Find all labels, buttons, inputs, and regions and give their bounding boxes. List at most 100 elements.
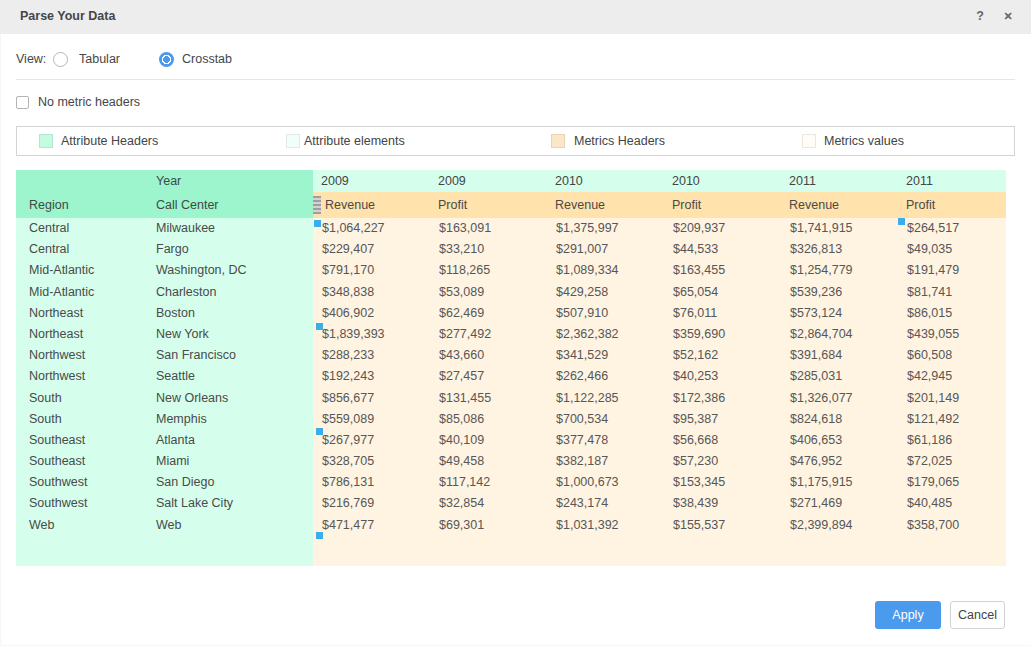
metric-value-cell: $85,086 xyxy=(430,409,547,430)
metric-value-cell: $271,469 xyxy=(781,493,898,514)
metric-value-cell: $57,230 xyxy=(664,451,781,472)
legend-label: Metrics Headers xyxy=(574,127,665,155)
metric-value-cell: $172,386 xyxy=(664,388,781,409)
metric-value-cell: $49,458 xyxy=(430,451,547,472)
call-center-cell: Atlanta xyxy=(143,430,313,451)
parse-marker[interactable] xyxy=(898,218,905,225)
region-attribute-header[interactable]: Region xyxy=(16,192,143,218)
call-center-cell: Milwaukee xyxy=(143,218,313,239)
metric-value-cell: $439,055 xyxy=(898,324,1006,345)
no-metric-headers-checkbox[interactable] xyxy=(16,96,29,109)
metric-value-cell: $216,769 xyxy=(313,493,430,514)
call-center-cell: Miami xyxy=(143,451,313,472)
legend-swatch xyxy=(286,134,300,148)
metric-value-cell: $559,089 xyxy=(313,409,430,430)
radio-tabular[interactable] xyxy=(53,52,68,67)
metric-value-cell: $192,243 xyxy=(313,366,430,387)
metric-header-cell[interactable]: Revenue xyxy=(781,192,898,218)
metric-header-label: Profit xyxy=(672,198,701,212)
radio-crosstab[interactable] xyxy=(159,52,174,67)
column-drag-grip-icon[interactable] xyxy=(313,196,321,214)
metric-value-cell: $2,362,382 xyxy=(547,324,664,345)
cancel-button[interactable]: Cancel xyxy=(950,601,1005,629)
metric-header-label: Revenue xyxy=(325,198,375,212)
region-cell: South xyxy=(16,388,143,409)
metric-value-cell: $81,741 xyxy=(898,282,1006,303)
table-filler-row xyxy=(16,536,1006,566)
parse-marker[interactable] xyxy=(316,428,323,435)
radio-tabular-label[interactable]: Tabular xyxy=(79,48,120,71)
section-divider xyxy=(16,79,1015,80)
metric-header-label: Revenue xyxy=(789,198,839,212)
metric-header-cell[interactable]: Profit xyxy=(664,192,781,218)
legend-label: Attribute elements xyxy=(304,127,405,155)
metric-header-cell[interactable]: Profit xyxy=(898,192,1006,218)
radio-crosstab-label[interactable]: Crosstab xyxy=(182,48,232,71)
metric-value-cell: $201,149 xyxy=(898,388,1006,409)
table-row: Mid-AtlanticCharleston$348,838$53,089$42… xyxy=(16,282,1006,303)
metric-value-cell: $476,952 xyxy=(781,451,898,472)
table-row: SoutheastAtlanta$267,977$40,109$377,478$… xyxy=(16,430,1006,451)
table-row: WebWeb$471,477$69,301$1,031,392$155,537$… xyxy=(16,515,1006,536)
no-metric-headers-row: No metric headers xyxy=(0,95,1031,110)
close-icon[interactable]: ✕ xyxy=(1000,0,1016,32)
region-cell: South xyxy=(16,409,143,430)
call-center-cell: New York xyxy=(143,324,313,345)
year-header-cell[interactable]: 2009 xyxy=(430,170,547,192)
metric-value-cell: $40,253 xyxy=(664,366,781,387)
corner-empty-cell[interactable] xyxy=(16,170,143,192)
parse-marker[interactable] xyxy=(316,323,323,330)
region-cell: Mid-Atlantic xyxy=(16,260,143,281)
metric-value-cell: $328,705 xyxy=(313,451,430,472)
metric-value-cell: $1,175,915 xyxy=(781,472,898,493)
metric-value-cell: $786,131 xyxy=(313,472,430,493)
metric-value-cell: $33,210 xyxy=(430,239,547,260)
dialog-title: Parse Your Data xyxy=(20,0,115,32)
metric-value-cell: $27,457 xyxy=(430,366,547,387)
metric-header-cell[interactable]: Revenue xyxy=(547,192,664,218)
metric-value-cell: $539,236 xyxy=(781,282,898,303)
metric-header-cell[interactable]: Profit xyxy=(430,192,547,218)
year-header-cell[interactable]: 2011 xyxy=(898,170,1006,192)
no-metric-headers-label[interactable]: No metric headers xyxy=(38,95,140,110)
region-cell: Southwest xyxy=(16,472,143,493)
metric-value-cell: $507,910 xyxy=(547,303,664,324)
help-icon[interactable]: ? xyxy=(972,0,988,32)
table-row: SouthNew Orleans$856,677$131,455$1,122,2… xyxy=(16,388,1006,409)
region-cell: Web xyxy=(16,515,143,536)
year-attribute-header[interactable]: Year xyxy=(143,170,313,192)
metric-value-cell: $1,064,227 xyxy=(313,218,430,239)
table-row: SouthwestSan Diego$786,131$117,142$1,000… xyxy=(16,472,1006,493)
call-center-attribute-header[interactable]: Call Center xyxy=(143,192,313,218)
parse-marker[interactable] xyxy=(314,220,321,227)
apply-button[interactable]: Apply xyxy=(875,601,941,629)
call-center-cell: Charleston xyxy=(143,282,313,303)
metric-value-cell: $285,031 xyxy=(781,366,898,387)
metric-value-cell: $52,162 xyxy=(664,345,781,366)
year-header-cell[interactable]: 2010 xyxy=(547,170,664,192)
table-row: NorthwestSeattle$192,243$27,457$262,466$… xyxy=(16,366,1006,387)
dialog-titlebar: Parse Your Data ? ✕ xyxy=(0,0,1031,34)
legend-swatch xyxy=(551,134,565,148)
metric-value-cell: $1,254,779 xyxy=(781,260,898,281)
metric-value-cell: $262,466 xyxy=(547,366,664,387)
metric-value-cell: $163,091 xyxy=(430,218,547,239)
metric-value-cell: $1,089,334 xyxy=(547,260,664,281)
metric-value-cell: $42,945 xyxy=(898,366,1006,387)
metric-value-cell: $2,864,704 xyxy=(781,324,898,345)
metric-header-label: Profit xyxy=(438,198,467,212)
year-header-cell[interactable]: 2010 xyxy=(664,170,781,192)
year-header-cell[interactable]: 2011 xyxy=(781,170,898,192)
table-row: CentralFargo$229,407$33,210$291,007$44,5… xyxy=(16,239,1006,260)
legend-label: Attribute Headers xyxy=(61,127,158,155)
parse-marker[interactable] xyxy=(316,532,323,539)
metric-value-cell: $38,439 xyxy=(664,493,781,514)
filler-attribute-area xyxy=(16,536,313,566)
metric-value-cell: $264,517 xyxy=(898,218,1006,239)
call-center-cell: Memphis xyxy=(143,409,313,430)
year-header-cell[interactable]: 2009 xyxy=(313,170,430,192)
metric-value-cell: $326,813 xyxy=(781,239,898,260)
metric-header-cell[interactable]: Revenue xyxy=(313,192,430,218)
region-cell: Central xyxy=(16,239,143,260)
metric-value-cell: $1,839,393 xyxy=(313,324,430,345)
